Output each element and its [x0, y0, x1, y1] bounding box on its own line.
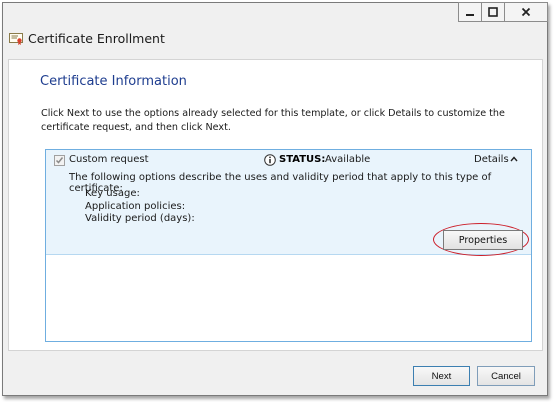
close-button[interactable] [504, 2, 548, 22]
details-toggle[interactable]: Details [474, 154, 509, 165]
window-title: Certificate Enrollment [28, 31, 165, 46]
key-usage-label: Key usage: [85, 188, 140, 199]
info-icon [264, 154, 276, 166]
minimize-icon [466, 14, 474, 16]
maximize-button[interactable] [481, 2, 505, 22]
certificate-enrollment-window: Certificate Enrollment Certificate Infor… [2, 2, 548, 396]
certificate-properties-list: Key usage: Application policies: Validit… [85, 188, 195, 226]
page-title: Certificate Information [40, 74, 187, 89]
cancel-button[interactable]: Cancel [477, 366, 535, 386]
application-policies-label: Application policies: [85, 200, 186, 212]
certificate-request-panel: Custom request STATUS: Available Details… [45, 149, 532, 342]
chevron-up-icon[interactable] [510, 156, 518, 162]
instructions-text: Click Next to use the options already se… [41, 108, 505, 133]
certificate-icon [9, 33, 23, 45]
properties-button[interactable]: Properties [443, 230, 523, 250]
next-button[interactable]: Next [413, 366, 470, 386]
custom-request-checkbox[interactable] [54, 155, 65, 166]
status-value: Available [325, 154, 371, 165]
custom-request-label: Custom request [69, 154, 149, 165]
maximize-icon [488, 7, 498, 17]
request-details-area: Custom request STATUS: Available Details… [46, 150, 531, 256]
checkmark-icon [55, 157, 64, 164]
status-label: STATUS: [279, 154, 326, 165]
close-icon [521, 7, 531, 17]
wizard-content: Certificate Information Click Next to us… [8, 59, 543, 351]
minimize-button[interactable] [458, 2, 482, 22]
validity-period-label: Validity period (days): [85, 213, 195, 224]
